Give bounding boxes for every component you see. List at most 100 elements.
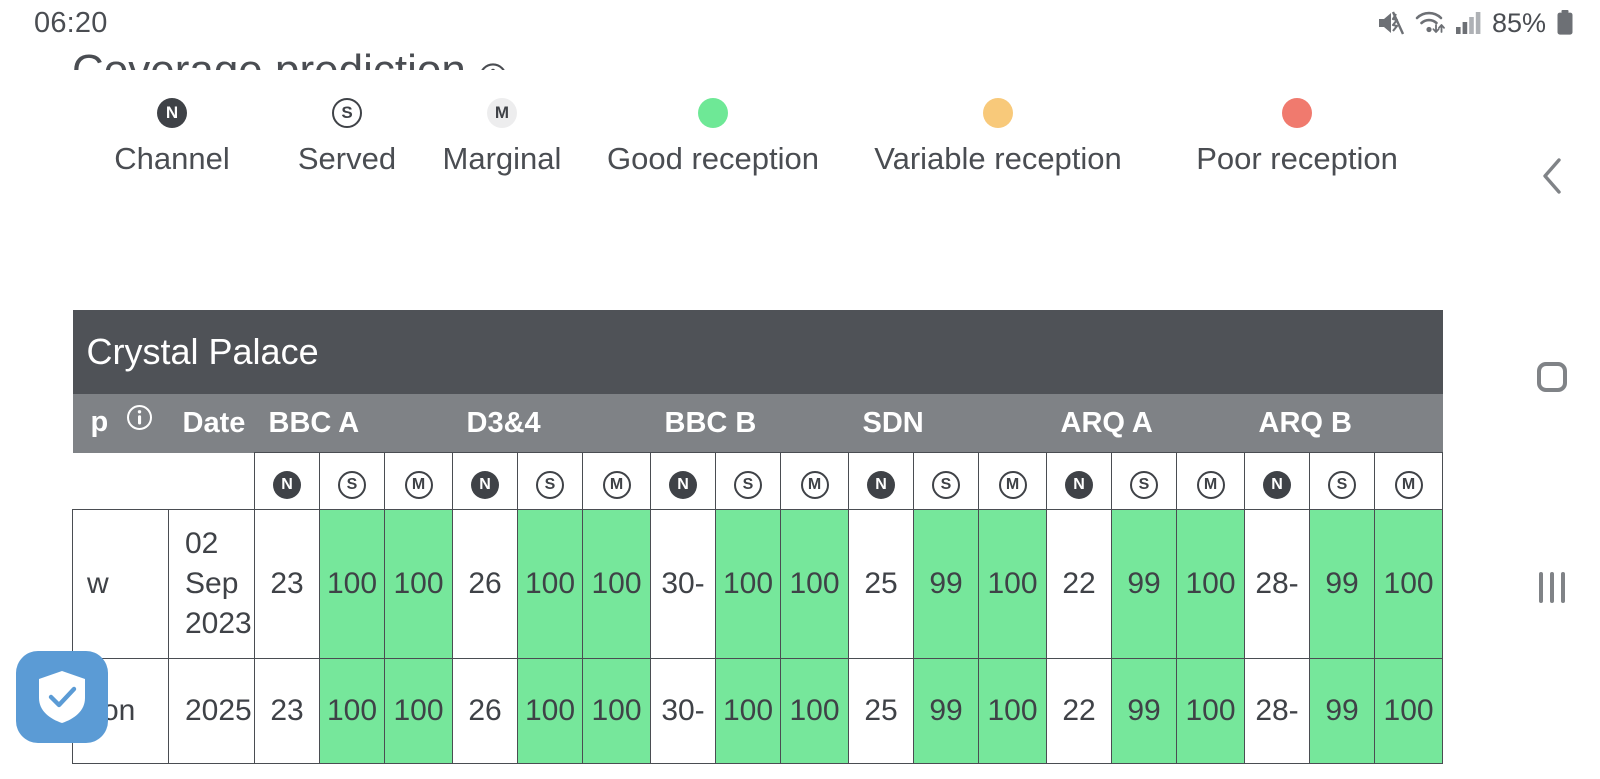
- home-icon[interactable]: [1537, 362, 1567, 392]
- cell: 100: [517, 658, 583, 764]
- group-header-cell: p: [72, 394, 169, 453]
- nsm-header-n: N: [848, 452, 914, 510]
- nsm-header-s: S: [517, 452, 583, 510]
- table-row[interactable]: tion 2025 23 100 100 26 100 100 30- 100 …: [72, 658, 1444, 764]
- table-mux-header-row: p Date BBC A D3&4 BBC B SDN ARQ A ARQ B: [72, 394, 1443, 453]
- cell: 99: [1111, 509, 1177, 659]
- info-icon[interactable]: [126, 404, 153, 439]
- cell: 100: [715, 509, 781, 659]
- mux-header-bbc-b: BBC B: [650, 394, 849, 453]
- row-label: w: [72, 509, 169, 659]
- legend-item-served: S Served: [272, 96, 422, 177]
- cell: 99: [913, 509, 979, 659]
- cell: 22: [1046, 658, 1112, 764]
- table-title-row: Crystal Palace: [72, 310, 1443, 394]
- badge-n-icon: N: [669, 471, 697, 499]
- cell: 100: [1373, 509, 1444, 659]
- back-icon[interactable]: [1535, 154, 1569, 198]
- cell: 99: [1309, 658, 1375, 764]
- battery-percent-label: 85%: [1491, 7, 1546, 38]
- nsm-header-s: S: [1111, 452, 1177, 510]
- variable-reception-dot-icon: [983, 96, 1013, 130]
- legend-item-marginal: M Marginal: [422, 96, 582, 177]
- cell: 28-: [1244, 658, 1310, 764]
- badge-m-icon: M: [1394, 471, 1423, 499]
- row-date: 02 Sep 2023: [168, 509, 255, 659]
- table-row[interactable]: w 02 Sep 2023 23 100 100 26 100 100 30- …: [72, 509, 1444, 659]
- legend-label: Poor reception: [1196, 141, 1398, 176]
- nsm-header-m: M: [1373, 452, 1444, 510]
- wifi-icon: [1414, 10, 1446, 36]
- legend: N Channel S Served M Marginal Good recep…: [72, 96, 1472, 177]
- spacer-cell: [168, 452, 255, 510]
- date-header: Date: [168, 394, 255, 453]
- badge-n-icon: N: [471, 471, 499, 499]
- cell: 25: [848, 509, 914, 659]
- page-title: Coverage prediction: [72, 48, 466, 71]
- nsm-header-n: N: [650, 452, 716, 510]
- cell: 100: [582, 509, 651, 659]
- android-nav-bar: [1504, 0, 1600, 779]
- good-reception-dot-icon: [698, 96, 728, 130]
- cell: 100: [319, 509, 385, 659]
- cell: 100: [319, 658, 385, 764]
- mux-header-bbc-a: BBC A: [254, 394, 453, 453]
- mux-header-arq-a: ARQ A: [1046, 394, 1245, 453]
- badge-s-icon: S: [1328, 471, 1356, 499]
- cell: 99: [1309, 509, 1375, 659]
- transmitter-name: Crystal Palace: [72, 310, 1443, 394]
- badge-n-icon: N: [273, 471, 301, 499]
- mute-icon: [1377, 10, 1405, 36]
- legend-label: Variable reception: [874, 141, 1122, 176]
- shield-check-icon[interactable]: [16, 651, 108, 743]
- legend-label: Marginal: [442, 141, 562, 176]
- badge-m-icon: M: [404, 471, 433, 499]
- nsm-header-s: S: [1309, 452, 1375, 510]
- badge-m-icon: M: [998, 471, 1027, 499]
- cell: 100: [384, 509, 453, 659]
- cell: 23: [254, 509, 320, 659]
- cell: 22: [1046, 509, 1112, 659]
- mux-header-sdn: SDN: [848, 394, 1047, 453]
- badge-m-icon: M: [800, 471, 829, 499]
- mux-header-d3-4: D3&4: [452, 394, 651, 453]
- cell: 26: [452, 509, 518, 659]
- cell: 23: [254, 658, 320, 764]
- table-nsm-header-row: N S M N S M N S M N S M N S M N S M: [72, 452, 1444, 510]
- cell: 26: [452, 658, 518, 764]
- badge-s-icon: S: [332, 96, 362, 130]
- cell: 100: [780, 509, 849, 659]
- cell: 100: [715, 658, 781, 764]
- cell: 100: [1176, 509, 1245, 659]
- cell: 100: [780, 658, 849, 764]
- cell: 99: [913, 658, 979, 764]
- badge-n-icon: N: [867, 471, 895, 499]
- coverage-table-container: Crystal Palace p Date BBC A D3&4 BBC B S…: [72, 310, 1444, 764]
- poor-reception-dot-icon: [1282, 96, 1312, 130]
- badge-m-icon: M: [487, 96, 517, 130]
- cell: 99: [1111, 658, 1177, 764]
- badge-m-icon: M: [1196, 471, 1225, 499]
- status-icons: 85%: [1377, 8, 1574, 39]
- cell: 30-: [650, 658, 716, 764]
- nsm-header-s: S: [715, 452, 781, 510]
- badge-s-icon: S: [734, 471, 762, 499]
- legend-label: Channel: [114, 141, 230, 176]
- status-clock: 06:20: [34, 6, 108, 39]
- nsm-header-m: M: [978, 452, 1047, 510]
- legend-item-variable-reception: Variable reception: [844, 96, 1152, 177]
- nsm-header-n: N: [1046, 452, 1112, 510]
- nsm-header-s: S: [319, 452, 385, 510]
- badge-s-icon: S: [338, 471, 366, 499]
- badge-s-icon: S: [932, 471, 960, 499]
- coverage-table: Crystal Palace p Date BBC A D3&4 BBC B S…: [72, 310, 1444, 764]
- recents-icon[interactable]: [1539, 572, 1565, 603]
- spacer-cell: [72, 452, 169, 510]
- cell: 100: [1176, 658, 1245, 764]
- nsm-header-n: N: [1244, 452, 1310, 510]
- info-icon[interactable]: [478, 62, 508, 70]
- row-date: 2025: [168, 658, 255, 764]
- cell: 25: [848, 658, 914, 764]
- legend-label: Good reception: [607, 141, 819, 176]
- badge-n-icon: N: [1263, 471, 1291, 499]
